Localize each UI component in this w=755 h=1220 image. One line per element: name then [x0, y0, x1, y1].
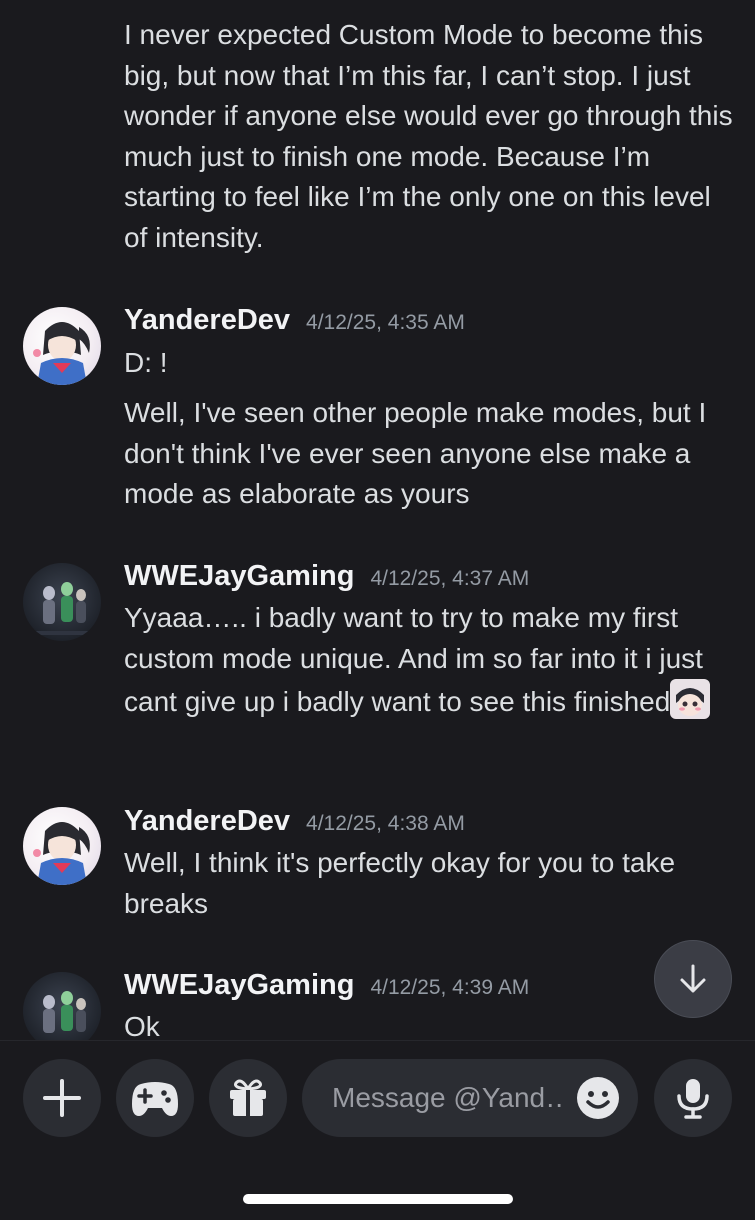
arrow-down-icon: [680, 964, 706, 993]
home-indicator[interactable]: [243, 1194, 513, 1204]
custom-emoji-blush-icon[interactable]: [670, 679, 711, 719]
message-text: Well, I think it's perfectly okay for yo…: [124, 847, 676, 919]
plus-icon: [43, 1079, 81, 1117]
gamepad-icon: [132, 1082, 178, 1116]
message-text-content: Yyaaa….. i badly want to try to make my …: [124, 602, 703, 717]
smiley-icon: [577, 1077, 619, 1119]
message-text: Ok: [124, 1011, 160, 1040]
timestamp: 4/12/25, 4:35 AM: [306, 311, 465, 334]
message-header: YandereDev 4/12/25, 4:35 AM: [124, 304, 465, 337]
timestamp: 4/12/25, 4:38 AM: [306, 812, 465, 835]
author-name[interactable]: YandereDev: [124, 304, 290, 337]
timestamp: 4/12/25, 4:39 AM: [370, 976, 530, 999]
avatar-yanderedev[interactable]: [23, 307, 101, 385]
message-text: Yyaaa….. i badly want to try to make my …: [124, 598, 733, 723]
gift-button[interactable]: [209, 1059, 287, 1137]
jump-to-present-button[interactable]: [654, 940, 732, 1018]
author-name[interactable]: WWEJayGaming: [124, 969, 354, 1002]
message-input[interactable]: [330, 1081, 568, 1115]
voice-message-button[interactable]: [654, 1059, 732, 1137]
message-header: WWEJayGaming 4/12/25, 4:39 AM: [124, 969, 529, 1002]
message-header: WWEJayGaming 4/12/25, 4:37 AM: [124, 560, 529, 593]
message-input-container[interactable]: [302, 1059, 638, 1137]
author-name[interactable]: WWEJayGaming: [124, 560, 354, 593]
avatar-yanderedev[interactable]: [23, 807, 101, 885]
message-text: Well, I've seen other people make modes,…: [124, 397, 707, 509]
dm-screen: I never expected Custom Mode to become t…: [0, 0, 755, 1220]
author-name[interactable]: YandereDev: [124, 805, 290, 838]
microphone-icon: [677, 1079, 709, 1119]
activities-button[interactable]: [116, 1059, 194, 1137]
gift-icon: [230, 1079, 266, 1116]
avatar-wwejaygaming[interactable]: [23, 972, 101, 1040]
emoji-picker-button[interactable]: [576, 1076, 620, 1120]
message-text: I never expected Custom Mode to become t…: [124, 19, 733, 253]
timestamp: 4/12/25, 4:37 AM: [370, 567, 530, 590]
message-list[interactable]: I never expected Custom Mode to become t…: [0, 0, 755, 1040]
add-attachment-button[interactable]: [23, 1059, 101, 1137]
avatar-wwejaygaming[interactable]: [23, 563, 101, 641]
message-text: D: !: [124, 347, 168, 378]
message-header: YandereDev 4/12/25, 4:38 AM: [124, 805, 465, 838]
